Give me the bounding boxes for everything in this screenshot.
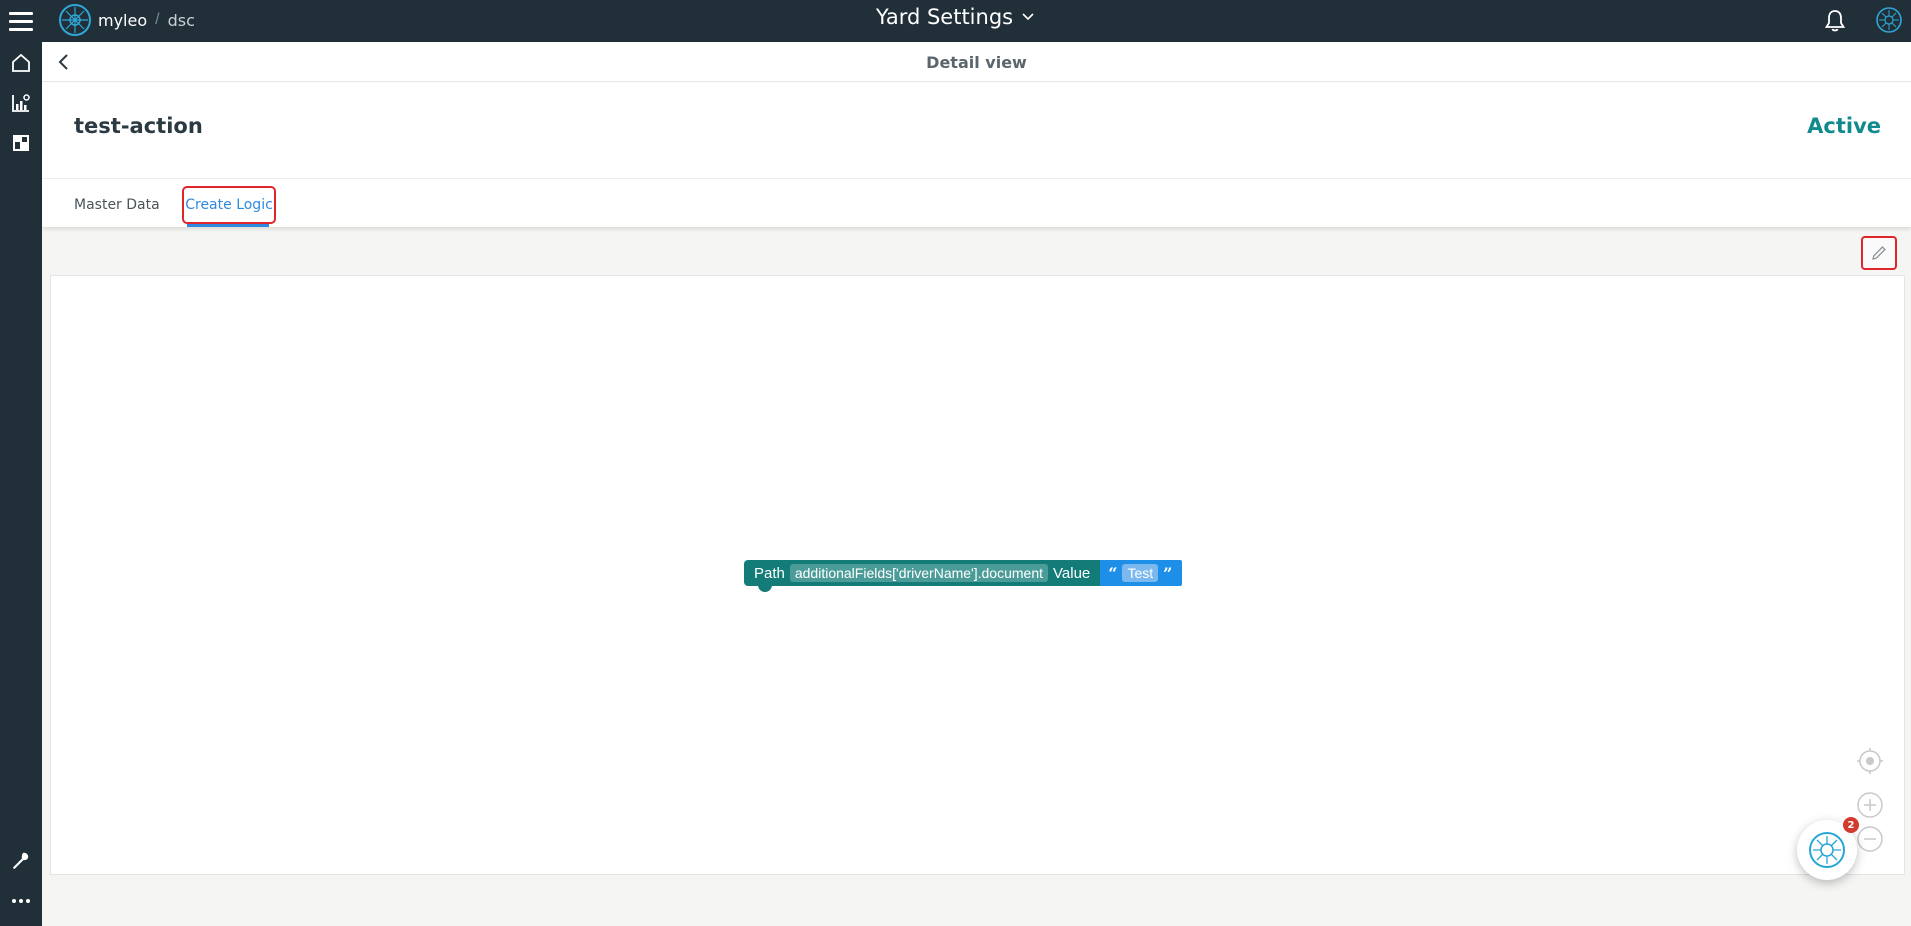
close-quote: ” — [1163, 563, 1173, 583]
tab-master-data[interactable]: Master Data — [74, 186, 160, 224]
nav-home[interactable] — [0, 44, 42, 82]
user-avatar-icon[interactable] — [1875, 6, 1903, 34]
brand-logo-icon — [59, 4, 91, 36]
detail-card: Detail view test-action Active Master Da… — [42, 42, 1911, 227]
brand-product: dsc — [167, 10, 195, 30]
app-title: Yard Settings — [875, 5, 1014, 29]
recenter-button[interactable] — [1855, 746, 1885, 776]
chart-icon — [12, 94, 30, 112]
path-field[interactable]: additionalFields['driverName'].document — [789, 564, 1048, 582]
text-block[interactable]: “ Test ” — [1100, 560, 1183, 586]
active-tab-indicator — [187, 224, 269, 227]
home-icon — [12, 53, 30, 72]
plus-icon — [1857, 792, 1883, 818]
zoom-in-button[interactable] — [1855, 790, 1885, 820]
pencil-icon — [1872, 246, 1886, 260]
edit-button[interactable] — [1861, 236, 1897, 270]
wrench-icon — [13, 852, 29, 869]
nav-tools[interactable] — [0, 842, 42, 880]
bell-icon[interactable] — [1822, 8, 1848, 34]
path-block[interactable]: Path additionalFields['driverName'].docu… — [744, 560, 1101, 592]
tab-create-logic[interactable]: Create Logic — [182, 186, 276, 224]
hamburger-icon[interactable] — [6, 6, 36, 36]
brand-separator: / — [155, 11, 160, 28]
nav-more[interactable] — [0, 882, 42, 920]
open-quote: “ — [1108, 563, 1118, 583]
target-icon — [1857, 748, 1883, 774]
nav-dashboard[interactable] — [0, 124, 42, 162]
app-switcher[interactable]: Yard Settings — [876, 5, 1035, 29]
divider — [42, 178, 1911, 179]
status-label: Active — [1807, 114, 1881, 138]
detail-view-title: Detail view — [926, 53, 1027, 72]
minus-icon — [1857, 826, 1883, 852]
nav-analytics[interactable] — [0, 84, 42, 122]
path-keyword: Path — [754, 564, 785, 582]
nav-rail — [0, 42, 42, 926]
chevron-down-icon — [1022, 13, 1034, 21]
value-keyword: Value — [1053, 564, 1091, 582]
top-bar: myleo / dsc Yard Settings — [0, 0, 1911, 42]
brand-name: myleo — [98, 10, 148, 30]
notification-badge: 2 — [1843, 817, 1859, 833]
zoom-out-button[interactable] — [1855, 824, 1885, 854]
entity-name: test-action — [74, 114, 203, 138]
dashboard-icon — [13, 135, 29, 151]
assistant-logo-icon — [1809, 832, 1845, 868]
text-value-field[interactable]: Test — [1122, 564, 1159, 582]
path-value-block[interactable]: Path additionalFields['driverName'].docu… — [744, 560, 1183, 592]
detail-subheader: Detail view — [42, 42, 1911, 82]
brand[interactable]: myleo / dsc — [58, 3, 195, 37]
more-icon — [12, 899, 30, 903]
